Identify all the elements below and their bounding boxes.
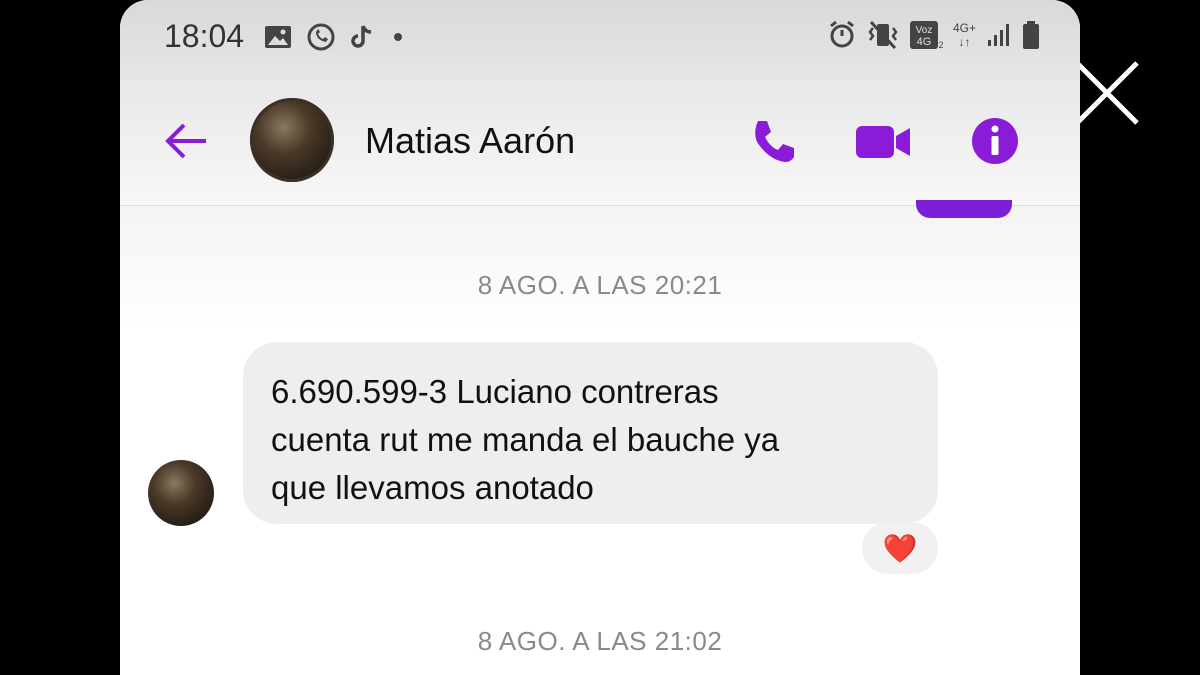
whatsapp-icon [307,23,335,51]
sender-avatar[interactable] [148,460,214,526]
video-call-icon[interactable] [854,122,912,162]
tiktok-icon [351,25,372,48]
status-bar: 18:04 Voz 4G 2 4G+ ↓↑ [120,0,1080,80]
heart-reaction[interactable]: ❤️ [862,522,938,574]
message-text: 6.690.599-3 Luciano contreras cuenta rut… [271,373,780,506]
message-timestamp: 8 AGO. A LAS 20:21 [477,270,723,300]
previous-sent-bubble [916,200,1012,218]
info-icon[interactable] [970,116,1020,166]
contact-name[interactable]: Matias Aarón [365,120,575,162]
svg-text:Voz: Voz [916,25,933,36]
svg-text:4G: 4G [917,36,932,48]
alarm-icon [830,20,854,48]
back-arrow-icon[interactable] [164,118,210,164]
signal-icon [988,24,1009,46]
contact-avatar[interactable] [250,98,334,182]
status-time: 18:04 [164,18,245,54]
network-type: 4G+ ↓↑ [952,21,976,49]
message-list[interactable]: 8 AGO. A LAS 20:21 6.690.599-3 Luciano c… [120,200,1080,675]
phone-call-icon[interactable] [748,116,798,166]
conversation-header: Matias Aarón [120,80,1080,206]
vibrate-icon [868,20,898,50]
heart-icon: ❤️ [882,532,918,564]
received-message-bubble[interactable]: 6.690.599-3 Luciano contreras cuenta rut… [243,342,938,524]
message-timestamp: 8 AGO. A LAS 21:02 [477,626,723,656]
volte-icon: Voz 4G 2 [909,21,943,50]
svg-text:2: 2 [938,40,943,50]
battery-icon [1023,21,1039,49]
messenger-screen: 18:04 Voz 4G 2 4G+ ↓↑ Matias Aarón 8 AGO… [120,0,1080,675]
dot-icon [394,33,402,41]
network-type-label: 4G+ [952,21,976,35]
close-icon[interactable] [1072,58,1142,128]
gallery-icon [265,26,291,48]
